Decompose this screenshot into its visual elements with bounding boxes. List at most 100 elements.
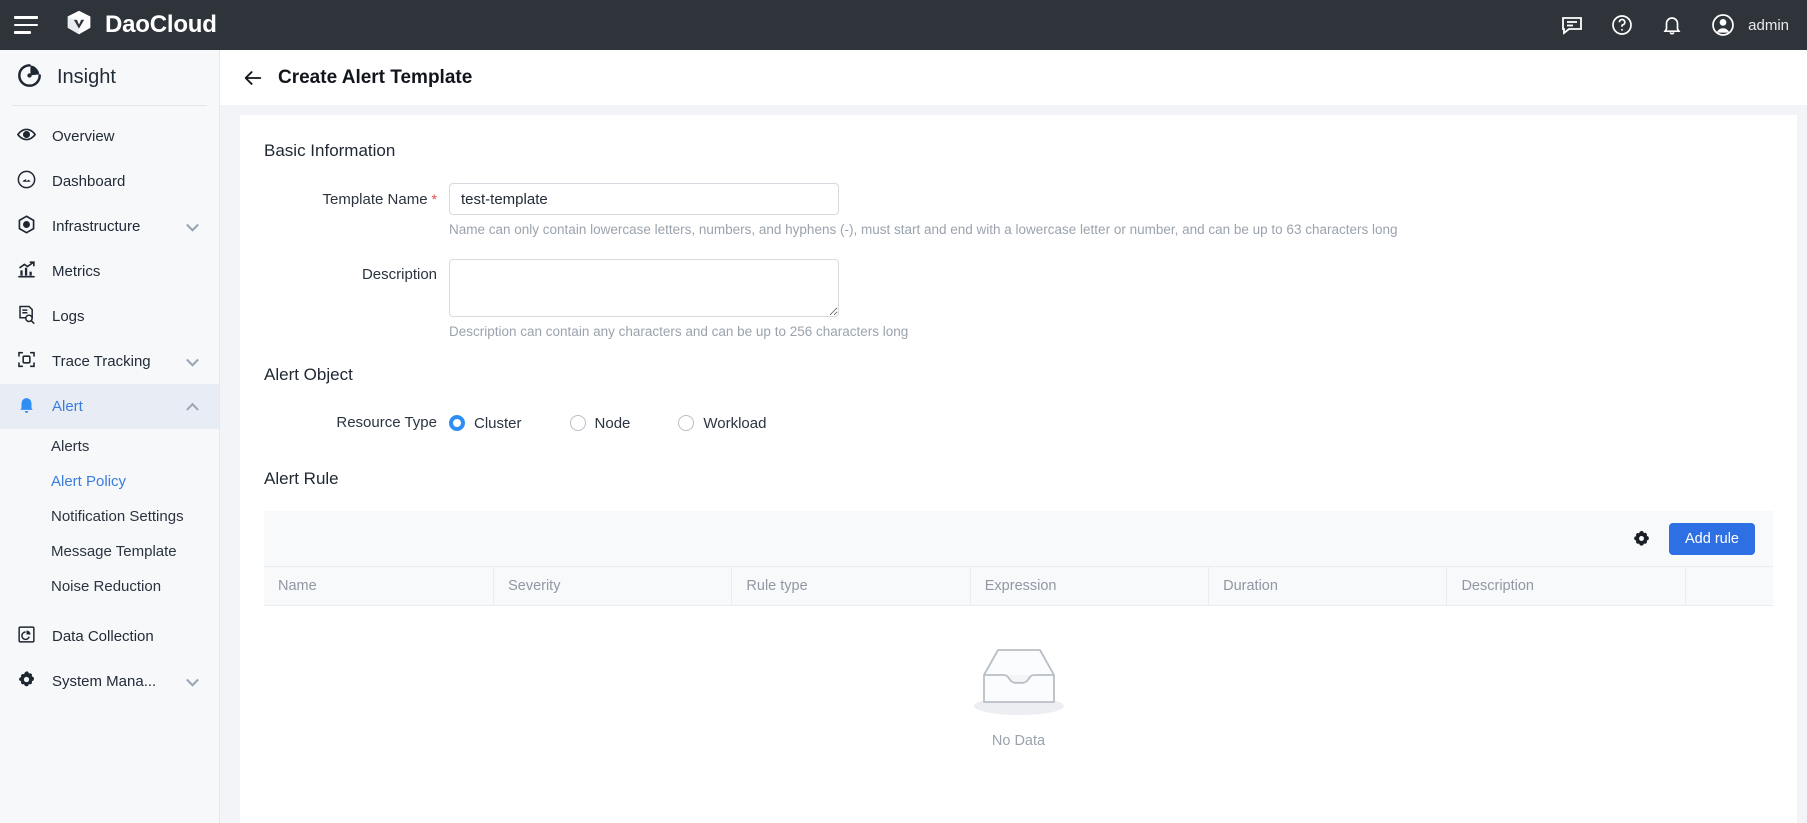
resource-type-label: Resource Type — [264, 407, 449, 439]
sidebar-item-data-collection[interactable]: Data Collection — [0, 614, 219, 659]
column-header-actions — [1685, 567, 1773, 606]
sidebar-item-label: Alert — [52, 398, 83, 415]
help-icon[interactable] — [1610, 13, 1634, 37]
insight-title: Insight — [57, 66, 116, 89]
template-name-field-wrap: Name can only contain lowercase letters,… — [449, 183, 1773, 237]
sidebar-item-alert[interactable]: Alert — [0, 384, 219, 429]
sidebar-item-label: Metrics — [52, 263, 100, 280]
sidebar-item-overview[interactable]: Overview — [0, 114, 219, 159]
page-title: Create Alert Template — [278, 67, 472, 89]
template-name-input[interactable] — [449, 183, 839, 215]
add-rule-button[interactable]: Add rule — [1669, 523, 1755, 555]
gauge-icon — [16, 169, 37, 194]
alert-rule-toolbar: Add rule — [264, 511, 1773, 566]
sidebar-item-label: Infrastructure — [52, 218, 140, 235]
chevron-down-icon[interactable] — [186, 353, 199, 366]
required-marker: * — [432, 191, 437, 207]
data-collection-icon — [16, 624, 37, 649]
column-header-severity: Severity — [494, 567, 732, 606]
topbar-actions: admin — [1560, 12, 1807, 38]
sidebar-item-message-template[interactable]: Message Template — [0, 534, 219, 569]
daocloud-cube-icon — [64, 8, 94, 43]
radio-cluster[interactable]: Cluster — [449, 415, 522, 432]
arrow-left-icon[interactable] — [242, 67, 264, 89]
template-name-label: Template Name* — [264, 183, 449, 216]
sidebar-item-metrics[interactable]: Metrics — [0, 249, 219, 294]
trace-icon — [16, 349, 37, 374]
alert-rule-table-wrap: Add rule Name Severity Rule type Express… — [264, 511, 1773, 776]
table-header-row: Name Severity Rule type Expression Durat… — [264, 567, 1773, 606]
bell-icon — [16, 394, 37, 419]
column-header-name: Name — [264, 567, 494, 606]
chevron-down-icon[interactable] — [186, 673, 199, 686]
subnav-label: Notification Settings — [51, 508, 184, 525]
form-card: Basic Information Template Name* Name ca… — [240, 115, 1797, 823]
empty-state: No Data — [264, 606, 1773, 776]
radio-circle-icon — [678, 415, 694, 431]
chart-icon — [16, 259, 37, 284]
hexagon-icon — [16, 214, 37, 239]
empty-state-label: No Data — [992, 733, 1045, 749]
description-row: Description Description can contain any … — [264, 259, 1773, 339]
hamburger-icon[interactable] — [14, 16, 38, 34]
sidebar-product-header[interactable]: Insight — [0, 50, 219, 105]
chevron-down-icon[interactable] — [186, 218, 199, 231]
table-head: Name Severity Rule type Expression Durat… — [264, 567, 1773, 606]
alert-rule-table: Name Severity Rule type Expression Durat… — [264, 566, 1773, 606]
column-header-duration: Duration — [1209, 567, 1447, 606]
notification-icon[interactable] — [1660, 13, 1684, 37]
brand-logo[interactable]: DaoCloud — [64, 8, 217, 43]
radio-label: Workload — [703, 415, 766, 432]
sidebar-item-label: Logs — [52, 308, 85, 325]
insight-icon — [16, 62, 43, 94]
content-area: Basic Information Template Name* Name ca… — [220, 105, 1807, 823]
subnav-label: Alerts — [51, 438, 89, 455]
alert-rule-heading: Alert Rule — [264, 469, 1773, 489]
sidebar-item-alert-policy[interactable]: Alert Policy — [0, 464, 219, 499]
radio-node[interactable]: Node — [570, 415, 631, 432]
resource-type-row: Resource Type Cluster Node Workload — [264, 407, 1773, 439]
sidebar-item-infrastructure[interactable]: Infrastructure — [0, 204, 219, 249]
sidebar: Insight Overview Dashboard — [0, 50, 220, 823]
radio-workload[interactable]: Workload — [678, 415, 766, 432]
radio-circle-icon — [570, 415, 586, 431]
alert-object-heading: Alert Object — [264, 365, 1773, 385]
sidebar-item-dashboard[interactable]: Dashboard — [0, 159, 219, 204]
sidebar-item-logs[interactable]: Logs — [0, 294, 219, 339]
sidebar-item-label: Dashboard — [52, 173, 125, 190]
label-text: Template Name — [323, 191, 428, 208]
admin-username[interactable]: admin — [1748, 17, 1789, 34]
resource-type-options: Cluster Node Workload — [449, 407, 1773, 439]
column-header-expression: Expression — [970, 567, 1208, 606]
message-icon[interactable] — [1560, 13, 1584, 37]
column-header-description: Description — [1447, 567, 1685, 606]
gear-icon[interactable] — [1632, 529, 1651, 548]
sidebar-item-alerts[interactable]: Alerts — [0, 429, 219, 464]
description-textarea[interactable] — [449, 259, 839, 317]
sidebar-item-label: Overview — [52, 128, 115, 145]
description-helper: Description can contain any characters a… — [449, 324, 1773, 339]
subnav-label: Message Template — [51, 543, 177, 560]
top-bar: DaoCloud — [0, 0, 1807, 50]
gear-icon — [16, 669, 37, 694]
brand-text: DaoCloud — [105, 11, 217, 39]
empty-inbox-icon — [960, 634, 1078, 725]
description-label: Description — [264, 259, 449, 291]
page-header: Create Alert Template — [220, 50, 1807, 105]
avatar-icon[interactable] — [1710, 12, 1736, 38]
template-name-row: Template Name* Name can only contain low… — [264, 183, 1773, 237]
sidebar-item-trace-tracking[interactable]: Trace Tracking — [0, 339, 219, 384]
sidebar-item-noise-reduction[interactable]: Noise Reduction — [0, 569, 219, 604]
chevron-up-icon[interactable] — [186, 402, 199, 415]
basic-information-heading: Basic Information — [264, 141, 1773, 161]
sidebar-nav: Overview Dashboard Infrastructure — [0, 106, 219, 704]
column-header-rule-type: Rule type — [732, 567, 970, 606]
subnav-label: Noise Reduction — [51, 578, 161, 595]
radio-group-resource-type: Cluster Node Workload — [449, 407, 1773, 439]
subnav-label: Alert Policy — [51, 473, 126, 490]
radio-label: Node — [595, 415, 631, 432]
sidebar-item-notification-settings[interactable]: Notification Settings — [0, 499, 219, 534]
sidebar-item-system-management[interactable]: System Mana... — [0, 659, 219, 704]
radio-label: Cluster — [474, 415, 522, 432]
sidebar-item-label: Data Collection — [52, 628, 154, 645]
